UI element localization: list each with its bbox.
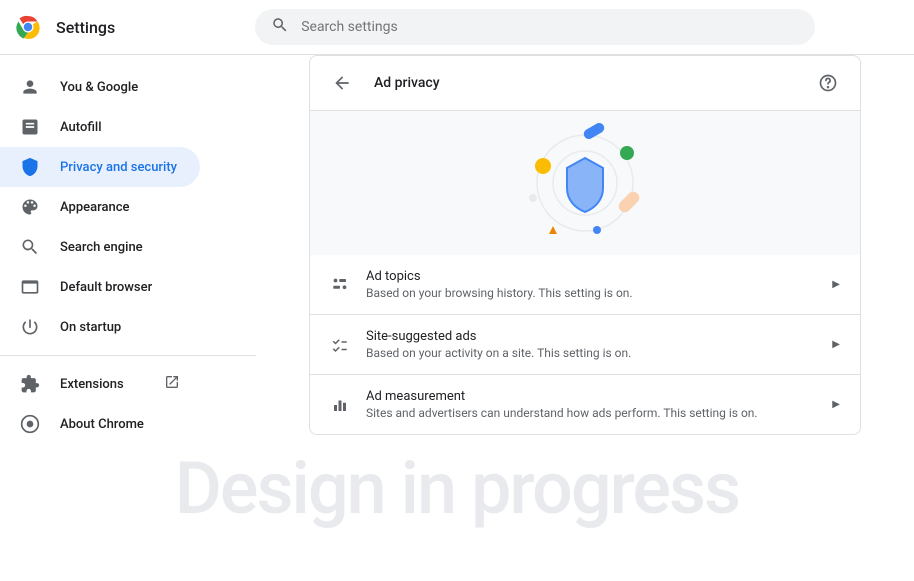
sidebar-item-default-browser[interactable]: Default browser — [0, 267, 200, 307]
external-link-icon — [164, 374, 180, 394]
checklist-icon — [330, 335, 350, 355]
chrome-logo-icon — [16, 15, 40, 39]
sidebar-item-label: Extensions — [60, 377, 124, 392]
hero-illustration — [309, 111, 861, 255]
settings-card: Ad privacy — [309, 55, 861, 581]
chrome-icon — [20, 414, 40, 434]
row-ad-topics[interactable]: Ad topics Based on your browsing history… — [309, 255, 861, 315]
card-header: Ad privacy — [309, 55, 861, 111]
search-box[interactable] — [255, 9, 815, 45]
sidebar-item-label: Default browser — [60, 280, 152, 295]
sidebar-item-label: Search engine — [60, 240, 143, 255]
autofill-icon — [20, 117, 40, 137]
sidebar-item-autofill[interactable]: Autofill — [0, 107, 200, 147]
sidebar-item-label: Appearance — [60, 200, 129, 215]
sidebar-item-label: On startup — [60, 320, 121, 335]
sidebar-item-search-engine[interactable]: Search engine — [0, 227, 200, 267]
app-header: Settings — [0, 0, 914, 55]
row-content: Site-suggested ads Based on your activit… — [366, 329, 832, 360]
bar-chart-icon — [330, 395, 350, 415]
sidebar-item-label: Autofill — [60, 120, 102, 135]
chevron-right-icon: ▶ — [832, 339, 840, 350]
search-icon — [271, 16, 289, 38]
sidebar-item-about-chrome[interactable]: About Chrome — [0, 404, 200, 444]
row-content: Ad measurement Sites and advertisers can… — [366, 389, 832, 420]
sidebar-item-label: Privacy and security — [60, 160, 177, 175]
app-title: Settings — [56, 18, 115, 37]
chevron-right-icon: ▶ — [832, 399, 840, 410]
sidebar-divider — [0, 355, 256, 356]
sidebar-item-extensions[interactable]: Extensions — [0, 364, 200, 404]
row-desc: Based on your activity on a site. This s… — [366, 346, 832, 360]
sidebar-item-label: You & Google — [60, 80, 138, 95]
sidebar-item-you-and-google[interactable]: You & Google — [0, 67, 200, 107]
sidebar-item-label: About Chrome — [60, 417, 144, 432]
extension-icon — [20, 374, 40, 394]
row-title: Ad measurement — [366, 389, 832, 404]
sidebar-item-privacy-security[interactable]: Privacy and security — [0, 147, 200, 187]
power-icon — [20, 317, 40, 337]
sidebar-item-appearance[interactable]: Appearance — [0, 187, 200, 227]
sidebar-item-on-startup[interactable]: On startup — [0, 307, 200, 347]
help-button[interactable] — [816, 71, 840, 95]
browser-icon — [20, 277, 40, 297]
row-content: Ad topics Based on your browsing history… — [366, 269, 832, 300]
row-site-suggested-ads[interactable]: Site-suggested ads Based on your activit… — [309, 315, 861, 375]
row-title: Ad topics — [366, 269, 832, 284]
search-input[interactable] — [301, 19, 799, 35]
row-desc: Based on your browsing history. This set… — [366, 286, 832, 300]
back-button[interactable] — [330, 71, 354, 95]
shield-icon — [20, 157, 40, 177]
row-desc: Sites and advertisers can understand how… — [366, 406, 832, 420]
search-icon — [20, 237, 40, 257]
main-content: Ad privacy — [256, 55, 914, 581]
topics-icon — [330, 275, 350, 295]
palette-icon — [20, 197, 40, 217]
row-title: Site-suggested ads — [366, 329, 832, 344]
page-title: Ad privacy — [374, 75, 816, 91]
row-ad-measurement[interactable]: Ad measurement Sites and advertisers can… — [309, 375, 861, 435]
person-icon — [20, 77, 40, 97]
chevron-right-icon: ▶ — [832, 279, 840, 290]
sidebar: You & Google Autofill Privacy and securi… — [0, 55, 256, 581]
